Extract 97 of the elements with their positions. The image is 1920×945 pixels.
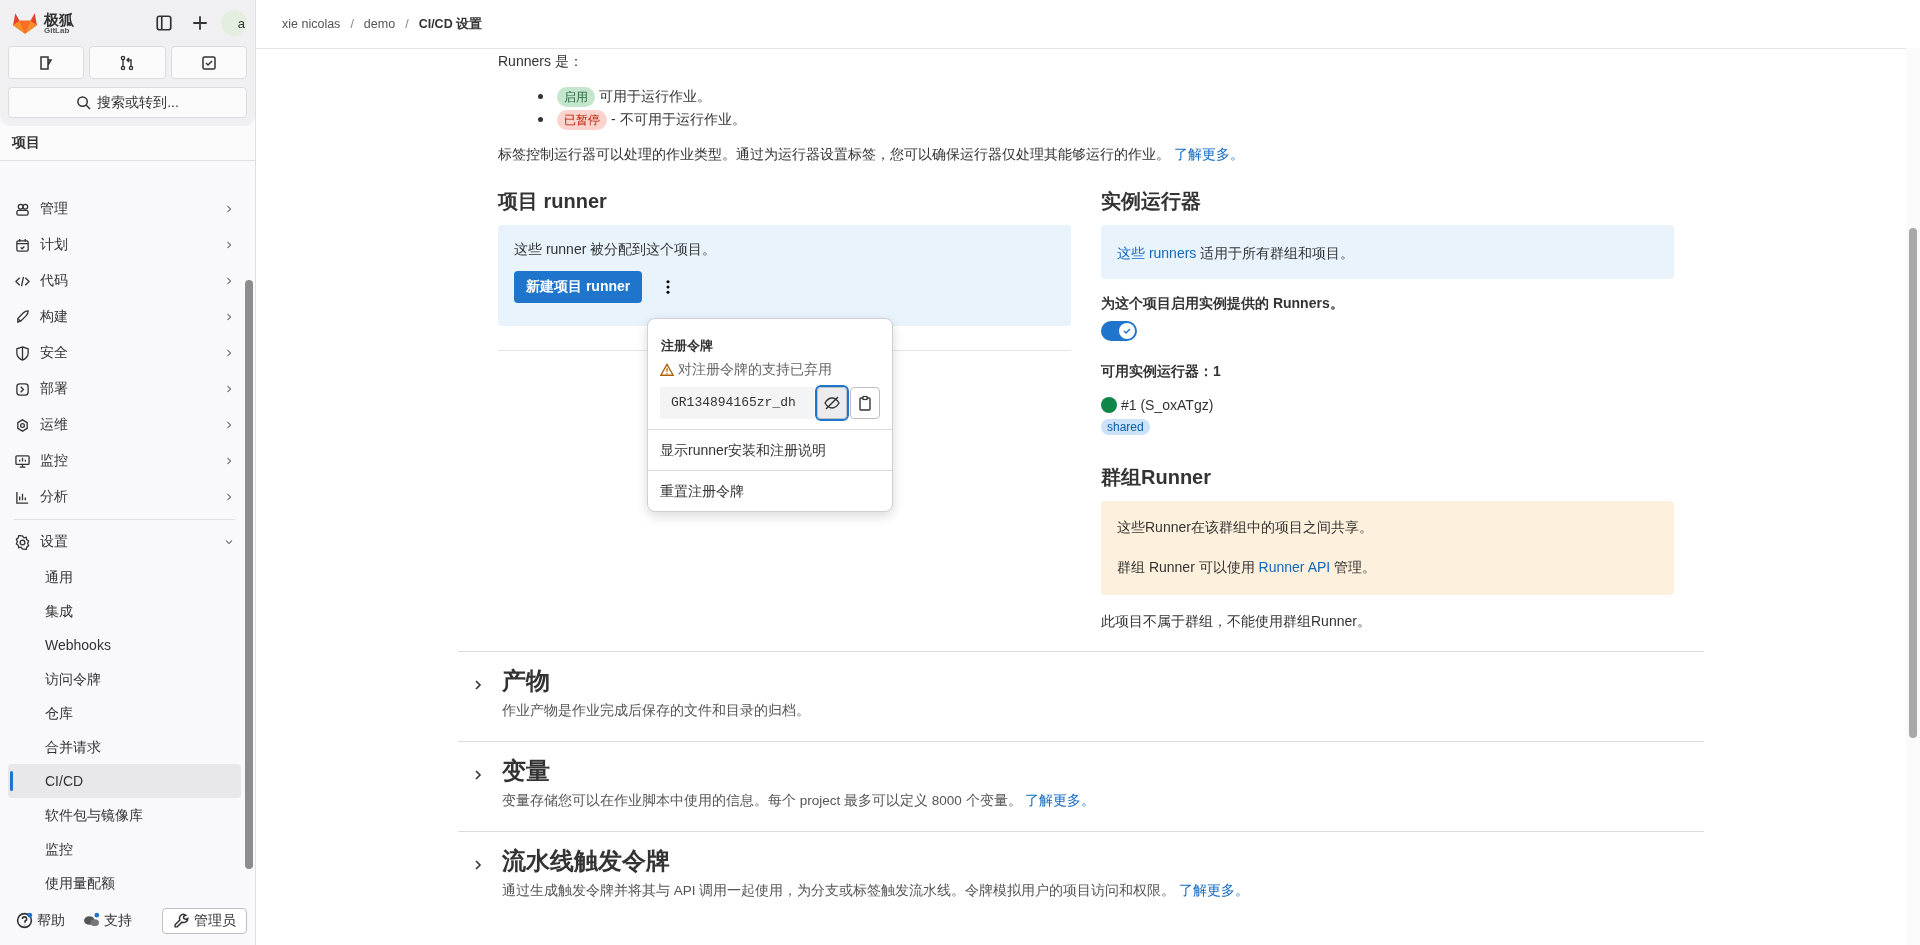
status-badge: 已暂停 <box>557 109 607 130</box>
info-text: 群组 Runner 可以使用 Runner API 管理。 <box>1117 558 1378 577</box>
nav-item[interactable]: 部署 <box>8 371 241 408</box>
menu-item[interactable]: 显示runner安装和注册说明 <box>648 429 892 470</box>
runners-link[interactable]: 这些 runners <box>1117 245 1197 261</box>
nav-subitem[interactable]: 通用 <box>8 560 241 595</box>
kebab-icon <box>665 279 672 295</box>
issues-button[interactable] <box>8 46 85 80</box>
nav-subitem[interactable]: 合并请求 <box>8 730 241 765</box>
section-heading: 群组Runner <box>1101 465 1212 490</box>
nav-item[interactable]: 构建 <box>8 299 241 336</box>
warning-icon <box>660 363 674 377</box>
breadcrumb-separator: / <box>405 17 409 31</box>
section-title: 变量 <box>502 756 551 786</box>
todo-button[interactable] <box>170 46 247 80</box>
breadcrumb-separator: / <box>350 17 354 31</box>
nav-icon <box>15 201 30 217</box>
nav-icon <box>15 345 30 361</box>
toggle-label: 为这个项目启用实例提供的 Runners。 <box>1101 295 1345 313</box>
section-description: 通过生成触发令牌并将其与 API 调用一起使用，为分支或标签触发流水线。令牌模拟用户的项目访问和权限。 了解更多。 <box>502 882 1249 900</box>
hide-token-button[interactable] <box>816 387 847 419</box>
warning-text: 对注册令牌的支持已弃用 <box>678 361 832 379</box>
nav-icon <box>15 381 30 397</box>
wrench-icon <box>173 912 190 930</box>
nav-item[interactable]: 管理 <box>8 191 241 228</box>
nav-subitem[interactable]: Webhooks <box>8 628 241 663</box>
breadcrumb-link[interactable]: xie nicolas <box>282 17 341 31</box>
nav-item[interactable]: 监控 <box>8 443 241 480</box>
nav-item[interactable]: 代码 <box>8 263 241 300</box>
section-description: 变量存储您可以在作业脚本中使用的信息。每个 project 最多可以定义 8000 个变量。 了解更多。 <box>502 792 1096 810</box>
brand-name: 极狐 <box>44 11 75 27</box>
nav-subitem[interactable]: 使用量配额 <box>8 866 241 901</box>
new-runner-button[interactable]: 新建项目 runner <box>514 271 643 303</box>
nav-subitem[interactable]: 软件包与镜像库 <box>8 798 241 833</box>
runner-tag: shared <box>1101 419 1150 435</box>
search-icon <box>76 95 92 110</box>
nav-item[interactable]: 计划 <box>8 227 241 264</box>
context-title: 项目 <box>12 133 40 152</box>
nav-subitem[interactable]: CI/CD <box>8 764 241 799</box>
nav-subitem[interactable]: 仓库 <box>8 696 241 731</box>
section-title: 产物 <box>502 666 551 696</box>
section-title: 流水线触发令牌 <box>502 846 671 876</box>
merge-requests-button[interactable] <box>89 46 166 80</box>
nav-icon <box>15 489 30 505</box>
nav-item[interactable]: 设置 <box>8 524 241 561</box>
intro-text: Runners 是： <box>498 52 584 71</box>
section-heading: 实例运行器 <box>1101 189 1202 214</box>
menu-heading: 注册令牌 <box>660 337 714 355</box>
help-button[interactable]: 帮助 <box>12 911 69 930</box>
nav-icon <box>15 534 30 550</box>
nav-icon <box>15 417 30 433</box>
runner-name: #1 (S_oxATgz) <box>1121 397 1214 413</box>
admin-button[interactable]: 管理员 <box>162 907 247 934</box>
group-note: 此项目不属于群组，不能使用群组Runner。 <box>1101 613 1372 631</box>
sidebar-toggle-icon[interactable] <box>155 14 173 33</box>
checkbox-icon <box>200 54 217 71</box>
nav-icon <box>15 309 30 325</box>
breadcrumb-link[interactable]: demo <box>363 17 396 31</box>
runner-api-link[interactable]: Runner API <box>1258 559 1331 575</box>
scrollbar-thumb[interactable] <box>1909 228 1917 738</box>
learn-more-link[interactable]: 了解更多。 <box>1025 793 1096 808</box>
clipboard-icon <box>856 395 873 411</box>
eye-slash-icon <box>823 395 840 411</box>
plus-icon[interactable] <box>191 14 209 33</box>
tags-description: 标签控制运行器可以处理的作业类型。通过为运行器设置标签，您可以确保运行器仅处理其能够运行的作业。 了解更多。 <box>498 146 1245 164</box>
section-heading: 项目 runner <box>498 189 608 214</box>
help-icon <box>16 912 33 930</box>
toggle-switch[interactable] <box>1101 321 1137 341</box>
nav-item[interactable]: 安全 <box>8 335 241 372</box>
status-description: - 不可用于运行作业。 <box>611 110 746 129</box>
token-field[interactable]: GR134894165zr_dh <box>660 387 814 419</box>
support-button[interactable]: 支持 <box>79 911 136 930</box>
copy-button[interactable] <box>849 387 880 419</box>
nav-item[interactable]: 分析 <box>8 479 241 516</box>
learn-more-link[interactable]: 了解更多。 <box>1173 147 1244 162</box>
avatar[interactable]: a <box>221 10 247 37</box>
check-icon <box>1122 326 1132 336</box>
info-text: 这些Runner在该群组中的项目之间共享。 <box>1117 518 1374 537</box>
nav-item[interactable]: 运维 <box>8 407 241 444</box>
nav-icon <box>15 453 30 469</box>
nav-subitem[interactable]: 访问令牌 <box>8 662 241 697</box>
issues-icon <box>38 54 55 71</box>
info-text: 这些 runner 被分配到这个项目。 <box>514 240 718 259</box>
nav-subitem[interactable]: 集成 <box>8 594 241 629</box>
nav-icon <box>15 237 30 253</box>
available-count: 可用实例运行器：1 <box>1101 363 1222 381</box>
nav-subitem[interactable]: 监控 <box>8 832 241 867</box>
section-description: 作业产物是作业完成后保存的文件和目录的归档。 <box>502 702 810 720</box>
status-badge: 启用 <box>557 86 595 107</box>
info-text: 这些 runners 适用于所有群组和项目。 <box>1117 244 1356 263</box>
merge-request-icon <box>119 54 136 71</box>
menu-item[interactable]: 重置注册令牌 <box>648 470 892 511</box>
learn-more-link[interactable]: 了解更多。 <box>1179 883 1249 898</box>
status-description: 可用于运行作业。 <box>599 87 711 106</box>
fox-logo[interactable] <box>12 11 38 36</box>
breadcrumb-link[interactable]: CI/CD 设置 <box>418 15 483 33</box>
scrollbar-thumb[interactable] <box>245 280 253 869</box>
